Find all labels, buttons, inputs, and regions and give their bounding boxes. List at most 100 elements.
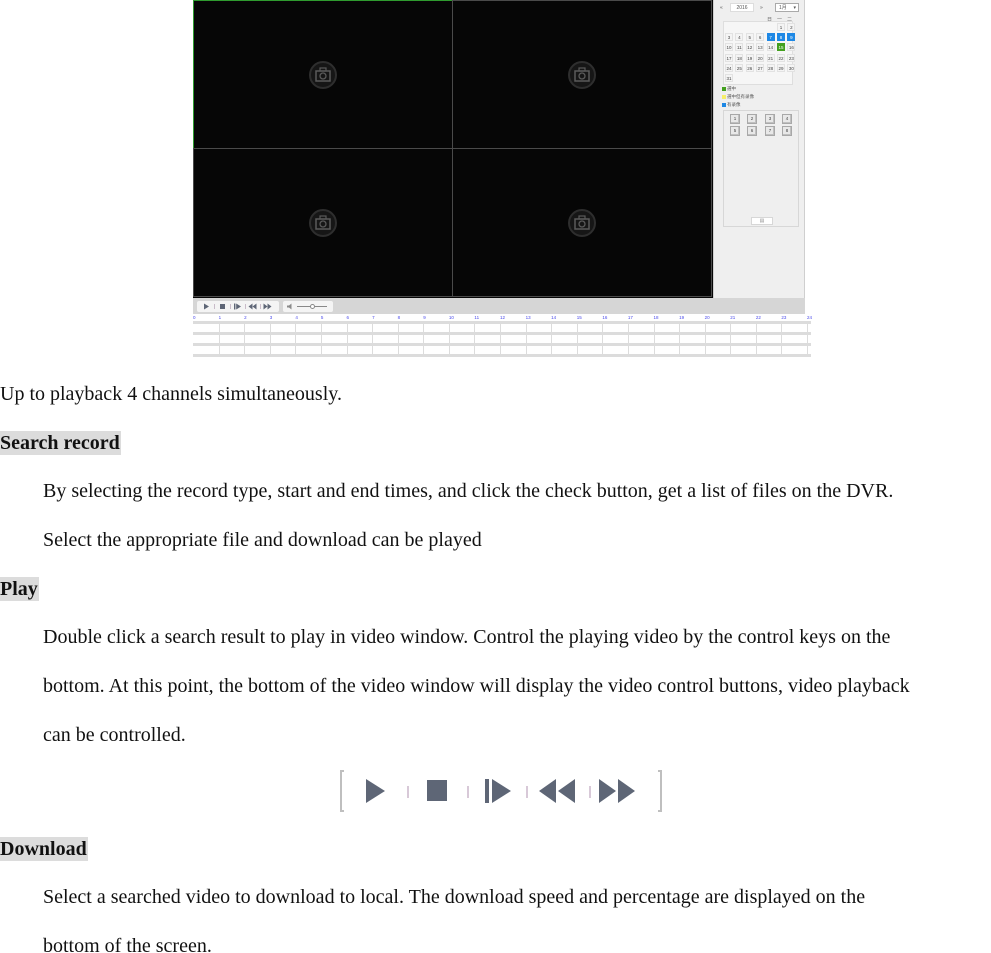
calendar-day[interactable]: 16 (787, 43, 796, 52)
calendar-day[interactable]: 6 (756, 33, 765, 42)
legend-swatch (722, 102, 726, 107)
timeline-tick: 15 (576, 315, 582, 320)
download-text-1: Select a searched video to download to l… (43, 886, 866, 908)
calendar-day[interactable]: 21 (766, 53, 775, 62)
video-pane-1[interactable] (193, 0, 453, 149)
stop-icon[interactable] (218, 303, 227, 310)
search-record-text-1: By selecting the record type, start and … (43, 480, 894, 502)
play-icon[interactable] (202, 303, 211, 310)
timeline-tick: 3 (269, 315, 273, 320)
timeline-channel-row[interactable] (193, 335, 811, 343)
timeline-hour-line (755, 324, 757, 357)
video-pane-4[interactable] (452, 148, 712, 297)
channel-button-4[interactable]: 4 (782, 114, 792, 124)
calendar-day[interactable]: 12 (745, 43, 754, 52)
calendar-day[interactable]: 10 (725, 43, 733, 52)
channel-button-8[interactable]: 8 (782, 126, 792, 136)
year-field[interactable]: 2016 (730, 3, 754, 12)
search-side-panel: « 2016 » 1月 ▾ 日 一 二 1 2 3 4 5 6 7 8 9 10 11 12 13 14 15… (713, 0, 805, 298)
timeline[interactable]: 0 1 2 3 4 5 6 7 8 9 10 11 12 13 14 15 16 17 18 19 20 21 22 23 24 (193, 314, 813, 358)
timeline-hour-line (730, 324, 732, 357)
play-text-2: bottom. At this point, the bottom of the… (43, 675, 910, 697)
timeline-hour-line (218, 324, 220, 357)
channel-button-2[interactable]: 2 (747, 114, 757, 124)
rewind-icon[interactable] (248, 303, 257, 310)
timeline-tick: 1 (218, 315, 222, 320)
timeline-hour-line (551, 324, 553, 357)
camera-icon (309, 208, 337, 237)
calendar-day[interactable]: 23 (787, 53, 796, 62)
calendar-day[interactable]: 9 (787, 33, 796, 42)
calendar-day[interactable]: 26 (745, 63, 754, 72)
calendar-day[interactable]: 3 (725, 33, 733, 42)
calendar-day[interactable]: 14 (766, 43, 775, 52)
download-text-2: bottom of the screen. (43, 935, 212, 953)
play-text-3: can be controlled. (43, 724, 186, 746)
control-keys-illustration (340, 770, 662, 812)
fast-forward-icon[interactable] (263, 303, 272, 310)
playback-buttons (197, 301, 279, 312)
calendar-day[interactable]: 19 (745, 53, 754, 62)
calendar-day[interactable]: 18 (735, 53, 744, 62)
calendar-day[interactable]: 20 (756, 53, 765, 62)
video-pane-3[interactable] (193, 148, 453, 297)
calendar-day[interactable]: 25 (735, 63, 744, 72)
timeline-tick: 8 (397, 315, 401, 320)
volume-control (283, 301, 333, 312)
download-heading: Download (0, 837, 88, 861)
calendar-day[interactable]: 2 (787, 23, 796, 31)
timeline-tick: 24 (807, 315, 813, 320)
calendar-day[interactable]: 29 (777, 63, 785, 72)
calendar-day[interactable]: 27 (756, 63, 765, 72)
video-pane-2[interactable] (452, 0, 712, 149)
timeline-tick: 20 (704, 315, 710, 320)
bracket-right (658, 770, 662, 812)
calendar-day[interactable]: 5 (745, 33, 754, 42)
calendar-day[interactable]: 4 (735, 33, 744, 42)
calendar-day[interactable]: 8 (777, 33, 785, 42)
channel-button-3[interactable]: 3 (765, 114, 775, 124)
playback-control-bar (193, 298, 805, 314)
step-forward-icon (485, 779, 511, 803)
calendar-day[interactable]: 17 (725, 53, 733, 62)
calendar-day[interactable]: 11 (735, 43, 744, 52)
calendar-day[interactable]: 31 (725, 74, 733, 82)
channel-button-7[interactable]: 7 (765, 126, 775, 136)
prev-year-button[interactable]: « (720, 5, 723, 11)
timeline-tick: 13 (525, 315, 531, 320)
step-forward-icon[interactable] (233, 303, 242, 310)
calendar-day[interactable]: 7 (766, 33, 775, 42)
timeline-tick: 16 (602, 315, 608, 320)
bracket-left (340, 770, 344, 812)
timeline-hour-line (244, 324, 246, 357)
calendar-day[interactable]: 15 (777, 43, 785, 52)
calendar-day[interactable]: 28 (766, 63, 775, 72)
calendar-day[interactable]: 24 (725, 63, 733, 72)
calendar-day[interactable]: 1 (777, 23, 785, 31)
video-grid (193, 0, 713, 298)
timeline-tick: 19 (679, 315, 685, 320)
timeline-hour-line (704, 324, 706, 357)
stop-icon (427, 780, 447, 801)
timeline-channel-row[interactable] (193, 324, 811, 332)
channel-button-1[interactable]: 1 (730, 114, 740, 124)
timeline-hour-line (423, 324, 425, 357)
legend-swatch (722, 94, 726, 99)
timeline-tick: 11 (474, 315, 480, 320)
month-select[interactable]: 1月 ▾ (775, 3, 799, 12)
divider (407, 786, 409, 798)
volume-slider-handle[interactable] (310, 304, 315, 309)
timeline-hour-line (627, 324, 629, 357)
timeline-tick: 21 (730, 315, 736, 320)
next-year-button[interactable]: » (760, 5, 763, 11)
calendar-day[interactable]: 22 (777, 53, 785, 62)
channel-button-6[interactable]: 6 (747, 126, 757, 136)
search-confirm-button[interactable]: ▤ (751, 217, 773, 225)
speaker-icon[interactable] (286, 303, 295, 310)
timeline-channel-row[interactable] (193, 346, 811, 354)
channel-button-5[interactable]: 5 (730, 126, 740, 136)
calendar-day[interactable]: 13 (756, 43, 765, 52)
divider (467, 786, 469, 798)
calendar-day[interactable]: 30 (787, 63, 796, 72)
timeline-hour-line (320, 324, 322, 357)
